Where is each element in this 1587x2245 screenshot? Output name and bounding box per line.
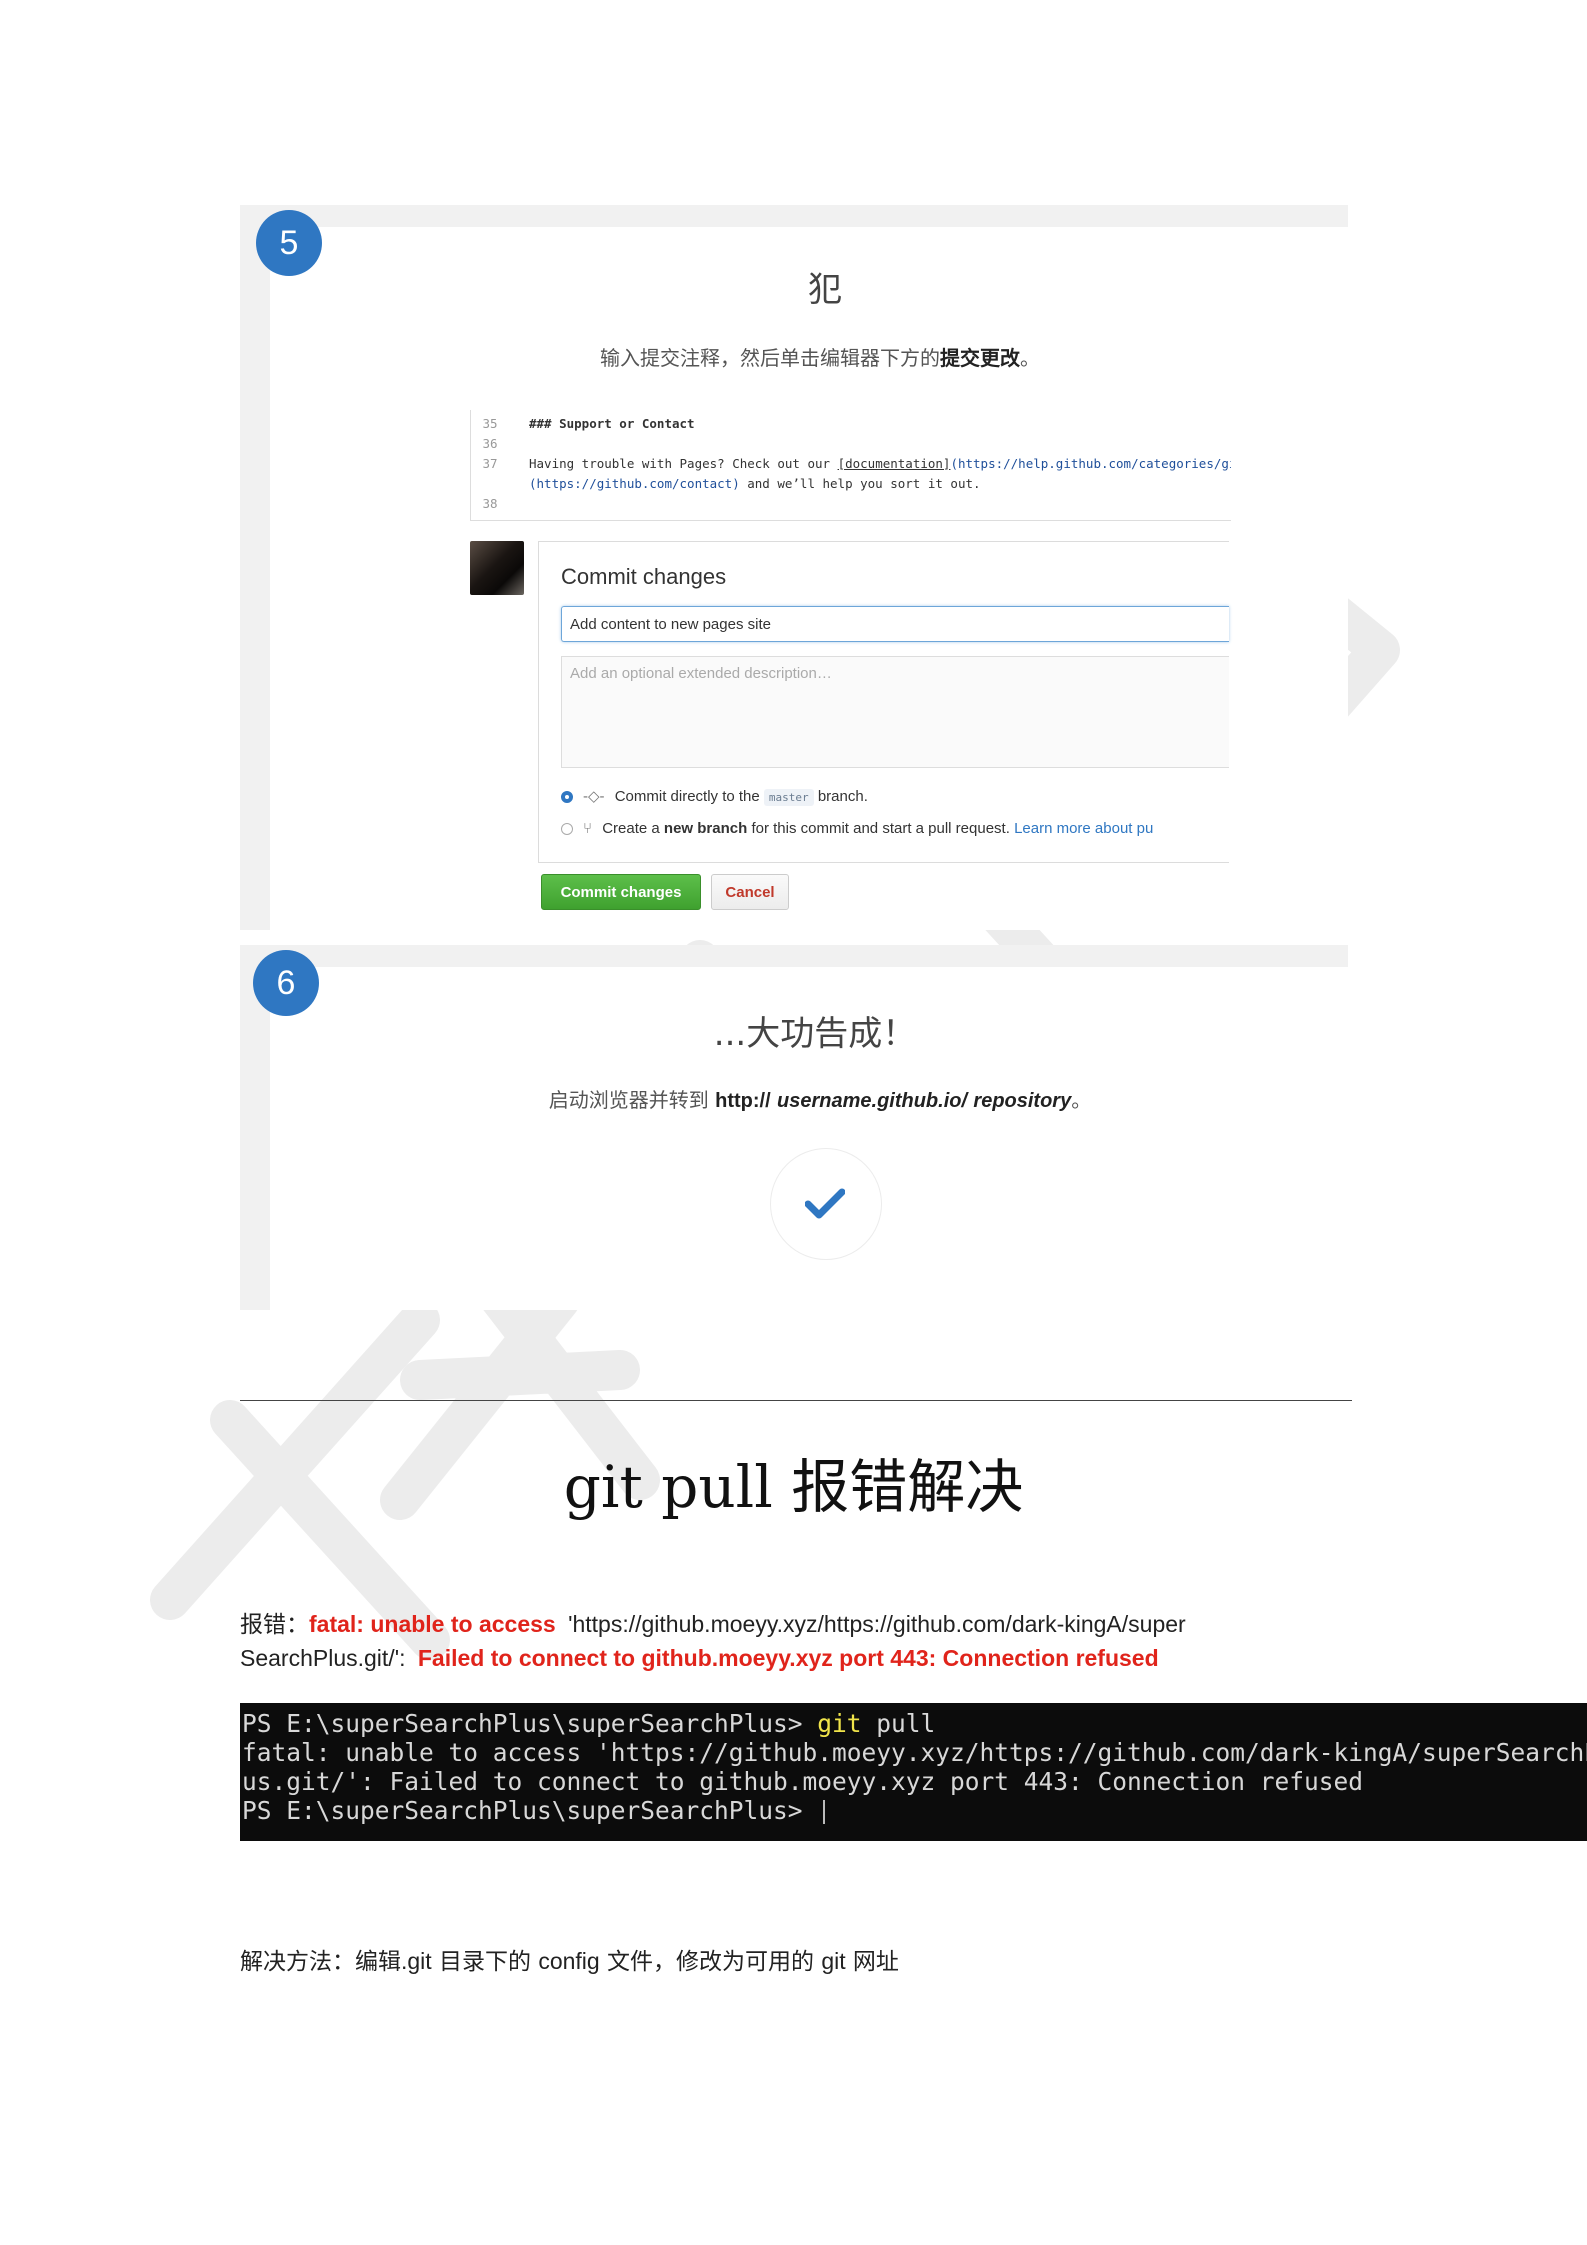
commit-description-field[interactable]: Add an optional extended description… xyxy=(561,656,1229,768)
panel-left-border xyxy=(240,205,270,930)
option1-label: Commit directly to the xyxy=(614,788,760,805)
error-label: 报错： xyxy=(240,1612,309,1638)
section-divider xyxy=(240,1400,1352,1401)
radio-selected[interactable] xyxy=(561,791,573,804)
option2-text: for this commit and start a pull request… xyxy=(751,820,1010,837)
line-number: 36 xyxy=(482,436,498,451)
code-editor: 35 ### Support or Contact 36 37 Having tro… xyxy=(470,410,1231,521)
url-host: username.github.io/ xyxy=(777,1090,968,1112)
option2-bold: new branch xyxy=(663,820,748,837)
cancel-button[interactable]: Cancel xyxy=(711,874,789,910)
commit-form: Commit changes Add content to new pages … xyxy=(538,541,1229,863)
solution-text: 目录下的 xyxy=(431,1949,539,1975)
avatar xyxy=(470,541,524,595)
step6-instruction: 启动浏览器并转到 http:// username.github.io/ rep… xyxy=(0,1084,1587,1113)
terminal-line: PS E:\superSearchPlus\superSearchPlus> g… xyxy=(242,1709,1587,1738)
solution-text: git xyxy=(821,1948,846,1974)
terminal-cursor xyxy=(823,1800,826,1824)
new-branch-option[interactable]: ⑂ Create a new branch for this commit an… xyxy=(561,820,1153,837)
section-title: git pull 报错解决 xyxy=(563,1453,1024,1521)
code-text: and we’ll help you sort it out. xyxy=(739,476,981,491)
step6-panel xyxy=(240,945,1348,1310)
code-text: ### Support or Contact xyxy=(529,416,695,431)
solution-text: .git xyxy=(401,1948,432,1974)
step6-instruction-text: 启动浏览器并转到 xyxy=(548,1088,709,1112)
error-url-end: SearchPlus.git/': xyxy=(240,1645,406,1671)
commit-icon: -◇- xyxy=(583,788,605,805)
error-red-text: Failed to connect to github.moeyy.xyz po… xyxy=(417,1645,1159,1671)
commit-changes-button[interactable]: Commit changes xyxy=(541,874,701,910)
error-red-text: fatal: unable to access xyxy=(309,1611,556,1637)
step6-instruction-end: 。 xyxy=(1071,1088,1092,1112)
step5-instruction-text: 输入提交注释，然后单击编辑器下方的 xyxy=(600,346,940,370)
option2-label: Create a xyxy=(602,820,660,837)
step5-instruction-bold: 提交更改 xyxy=(940,346,1020,370)
terminal-prompt: PS E:\superSearchPlus\superSearchPlus> xyxy=(242,1796,818,1825)
code-line: 37 Having trouble with Pages? Check out o… xyxy=(471,456,1231,471)
commit-direct-option[interactable]: -◇- Commit directly to the master branch… xyxy=(561,787,868,806)
checkmark-icon xyxy=(805,1188,845,1219)
radio-unselected[interactable] xyxy=(561,823,573,836)
line-number: 35 xyxy=(482,416,498,431)
line-number: 37 xyxy=(482,456,498,471)
solution-text: config xyxy=(538,1948,600,1974)
terminal-line: PS E:\superSearchPlus\superSearchPlus> xyxy=(242,1796,1587,1825)
line-number: 38 xyxy=(482,496,498,511)
terminal-command: git xyxy=(817,1709,862,1738)
url-scheme: http:// xyxy=(715,1090,771,1112)
terminal-prompt: PS E:\superSearchPlus\superSearchPlus> xyxy=(242,1709,818,1738)
pull-request-icon: ⑂ xyxy=(583,820,593,837)
solution-paragraph: 解决方法：编辑.git 目录下的 config 文件，修改为可用的 git 网址 xyxy=(240,1942,899,1976)
option1-suffix: branch. xyxy=(817,788,868,805)
terminal-line: us.git/': Failed to connect to github.mo… xyxy=(242,1767,1364,1796)
panel-top-border xyxy=(240,945,1348,967)
branch-name: master xyxy=(763,789,814,806)
solution-text: 解决方法：编辑 xyxy=(240,1949,401,1975)
step5-heading: 犯 xyxy=(808,270,842,310)
code-url: (https://github.com/contact) xyxy=(529,476,740,491)
terminal-command-arg: pull xyxy=(861,1709,936,1738)
commit-message-input[interactable]: Add content to new pages site xyxy=(561,606,1229,642)
step5-instruction: 输入提交注释，然后单击编辑器下方的提交更改。 xyxy=(0,342,1587,371)
url-repository: repository xyxy=(973,1090,1072,1112)
error-paragraph-line1: 报错：fatal: unable to access 'https://gith… xyxy=(240,1605,1360,1639)
code-line: 35 ### Support or Contact xyxy=(471,416,695,431)
error-paragraph-line2: SearchPlus.git/': Failed to connect to g… xyxy=(240,1645,1360,1672)
step6-heading: ...大功告成！ xyxy=(713,1014,917,1054)
learn-more-link[interactable]: Learn more about pu xyxy=(1014,820,1153,837)
code-link-text: [documentation] xyxy=(837,456,951,471)
panel-top-border xyxy=(240,205,1348,227)
error-url-text: 'https://github.moeyy.xyz/https://github… xyxy=(568,1611,1186,1637)
code-line: 38 xyxy=(471,496,509,511)
solution-text: 网址 xyxy=(845,1949,899,1975)
code-line: 36 xyxy=(471,436,509,451)
commit-form-title: Commit changes xyxy=(561,564,727,589)
step5-instruction-end: 。 xyxy=(1020,346,1040,370)
terminal-output: PS E:\superSearchPlus\superSearchPlus> g… xyxy=(240,1703,1587,1841)
solution-text: 文件，修改为可用的 xyxy=(599,1949,822,1975)
code-text: Having trouble with Pages? Check out our xyxy=(529,456,838,471)
code-url: (https://help.github.com/categories/gi xyxy=(950,456,1231,471)
code-line: (https://github.com/contact) and we’ll h… xyxy=(471,476,981,491)
terminal-line: fatal: unable to access 'https://github.… xyxy=(242,1738,1587,1767)
